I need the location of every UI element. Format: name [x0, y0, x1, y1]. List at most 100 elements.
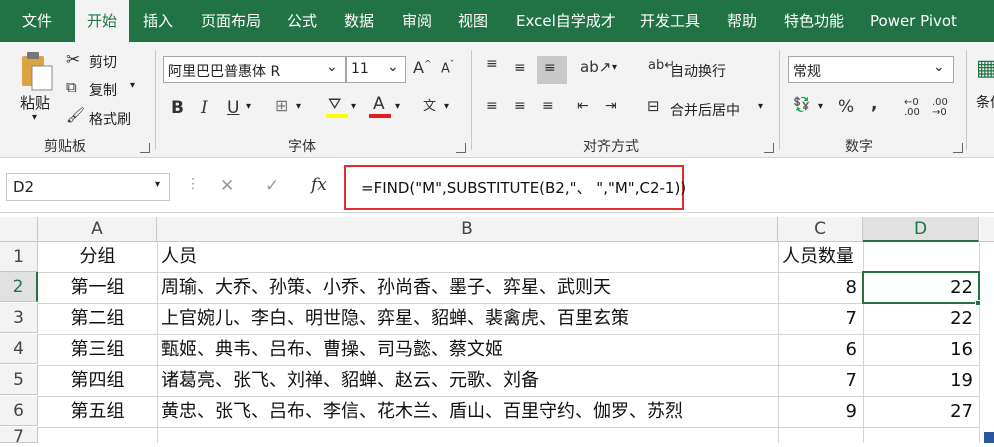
- cell-d6[interactable]: 27: [863, 397, 979, 427]
- drag-handle-icon[interactable]: ⋮: [186, 176, 200, 192]
- increase-indent-icon[interactable]: ⇥: [605, 98, 617, 114]
- tab-file[interactable]: 文件: [22, 0, 52, 42]
- align-top-icon[interactable]: ≡: [486, 56, 498, 72]
- paste-dropdown-icon[interactable]: ▾: [32, 112, 37, 123]
- align-center-icon[interactable]: ≡: [514, 98, 526, 114]
- tab-excel-self-study[interactable]: Excel自学成才: [516, 0, 616, 42]
- conditional-format-button[interactable]: 条件: [976, 92, 994, 112]
- decrease-indent-icon[interactable]: ⇤: [577, 98, 589, 114]
- merge-dropdown-icon[interactable]: ▾: [758, 101, 763, 112]
- copy-button[interactable]: 复制: [89, 80, 117, 100]
- number-format-select[interactable]: 常规 ⌄: [788, 56, 954, 83]
- underline-icon[interactable]: U: [227, 98, 239, 118]
- comma-style-icon[interactable]: ,: [871, 94, 877, 114]
- tab-data[interactable]: 数据: [344, 0, 374, 42]
- cell-c3[interactable]: 7: [778, 304, 863, 334]
- tab-special-features[interactable]: 特色功能: [784, 0, 844, 42]
- copy-dropdown-icon[interactable]: ▾: [130, 80, 135, 91]
- bold-icon[interactable]: B: [171, 98, 184, 118]
- cell-b3[interactable]: 上官婉儿、李白、明世隐、弈星、貂蝉、裴禽虎、百里玄策: [157, 304, 778, 334]
- row-header-6[interactable]: 6: [0, 396, 38, 426]
- number-launcher-icon[interactable]: [953, 143, 963, 153]
- name-box[interactable]: D2 ▾: [6, 173, 170, 201]
- cancel-icon[interactable]: ✕: [220, 176, 234, 196]
- align-right-icon[interactable]: ≡: [542, 98, 554, 114]
- tab-view[interactable]: 视图: [458, 0, 488, 42]
- underline-dropdown-icon[interactable]: ▾: [246, 101, 251, 112]
- cell-d4[interactable]: 16: [863, 335, 979, 365]
- italic-icon[interactable]: I: [201, 98, 208, 118]
- cell-b2[interactable]: 周瑜、大乔、孙策、小乔、孙尚香、墨子、弈星、武则天: [157, 273, 778, 303]
- row-header-7[interactable]: 7: [0, 427, 38, 447]
- column-header-a[interactable]: A: [38, 217, 157, 242]
- cell-b5[interactable]: 诸葛亮、张飞、刘禅、貂蝉、赵云、元歌、刘备: [157, 366, 778, 396]
- insert-function-button[interactable]: fx: [311, 175, 327, 195]
- row-header-4[interactable]: 4: [0, 334, 38, 364]
- tab-formulas[interactable]: 公式: [287, 0, 317, 42]
- align-middle-icon[interactable]: ≡: [514, 60, 526, 76]
- percent-icon[interactable]: %: [838, 97, 854, 117]
- cell-c5[interactable]: 7: [778, 366, 863, 396]
- row-header-5[interactable]: 5: [0, 365, 38, 395]
- align-left-icon[interactable]: ≡: [486, 98, 498, 114]
- accounting-format-icon[interactable]: 💱: [793, 97, 810, 113]
- cell-b4[interactable]: 甄姬、典韦、吕布、曹操、司马懿、蔡文姬: [157, 335, 778, 365]
- tab-page-layout[interactable]: 页面布局: [201, 0, 261, 42]
- paste-button[interactable]: [18, 50, 56, 92]
- cell-a1[interactable]: 分组: [38, 242, 157, 272]
- cell-b1[interactable]: 人员: [157, 242, 778, 272]
- border-icon[interactable]: ⊞: [275, 96, 288, 115]
- align-bottom-button[interactable]: ≡: [537, 56, 567, 84]
- accounting-dropdown-icon[interactable]: ▾: [818, 101, 823, 112]
- tab-help[interactable]: 帮助: [727, 0, 757, 42]
- cell-a4[interactable]: 第三组: [38, 335, 157, 365]
- font-size-select[interactable]: 11 ⌄: [346, 56, 406, 83]
- increase-decimal-icon[interactable]: ←0.00: [904, 98, 920, 118]
- cell-d3[interactable]: 22: [863, 304, 979, 334]
- cell-a6[interactable]: 第五组: [38, 397, 157, 427]
- row-header-3[interactable]: 3: [0, 303, 38, 333]
- cell-a2[interactable]: 第一组: [38, 273, 157, 303]
- cell-c1[interactable]: 人员数量: [778, 242, 868, 272]
- border-dropdown-icon[interactable]: ▾: [296, 101, 301, 112]
- select-all-corner[interactable]: [0, 217, 38, 242]
- formula-input[interactable]: =FIND("M",SUBSTITUTE(B2,"、 ","M",C2-1)): [344, 165, 686, 210]
- orientation-dropdown-icon[interactable]: ▾: [612, 62, 617, 73]
- font-color-icon[interactable]: A: [373, 94, 385, 114]
- fill-handle[interactable]: [975, 300, 981, 306]
- cell-a5[interactable]: 第四组: [38, 366, 157, 396]
- row-header-1[interactable]: 1: [0, 242, 38, 272]
- phonetic-icon[interactable]: 文: [423, 95, 436, 114]
- column-header-c[interactable]: C: [778, 217, 863, 242]
- wrap-text-button[interactable]: 自动换行: [670, 61, 726, 81]
- decrease-decimal-icon[interactable]: .00 →0: [932, 98, 948, 118]
- fill-dropdown-icon[interactable]: ▾: [351, 101, 356, 112]
- column-header-d[interactable]: D: [863, 217, 979, 242]
- confirm-icon[interactable]: ✓: [265, 176, 279, 196]
- decrease-font-icon[interactable]: Aˇ: [441, 60, 454, 76]
- font-launcher-icon[interactable]: [456, 143, 466, 153]
- phonetic-dropdown-icon[interactable]: ▾: [444, 101, 449, 112]
- quick-analysis-icon[interactable]: [984, 432, 994, 443]
- fill-color-icon[interactable]: ⛛: [328, 94, 341, 114]
- column-header-b[interactable]: B: [157, 217, 778, 242]
- tab-home[interactable]: 开始: [75, 0, 130, 42]
- cell-a3[interactable]: 第二组: [38, 304, 157, 334]
- cell-c6[interactable]: 9: [778, 397, 863, 427]
- column-header-e-partial[interactable]: [980, 217, 994, 242]
- increase-font-icon[interactable]: A^: [413, 58, 432, 77]
- tab-insert[interactable]: 插入: [143, 0, 173, 42]
- cut-button[interactable]: 剪切: [89, 52, 117, 72]
- orientation-icon[interactable]: ab↗: [580, 58, 611, 76]
- font-color-dropdown-icon[interactable]: ▾: [395, 101, 400, 112]
- font-name-select[interactable]: 阿里巴巴普惠体 R ⌄: [163, 56, 346, 83]
- row-header-2[interactable]: 2: [0, 272, 38, 302]
- tab-power-pivot[interactable]: Power Pivot: [870, 0, 957, 42]
- clipboard-launcher-icon[interactable]: [140, 143, 150, 153]
- tab-review[interactable]: 审阅: [402, 0, 432, 42]
- alignment-launcher-icon[interactable]: [764, 143, 774, 153]
- tab-developer[interactable]: 开发工具: [640, 0, 700, 42]
- cell-b6[interactable]: 黄忠、张飞、吕布、李信、花木兰、盾山、百里守约、伽罗、苏烈: [157, 397, 778, 427]
- format-painter-button[interactable]: 格式刷: [89, 109, 131, 129]
- cell-d5[interactable]: 19: [863, 366, 979, 396]
